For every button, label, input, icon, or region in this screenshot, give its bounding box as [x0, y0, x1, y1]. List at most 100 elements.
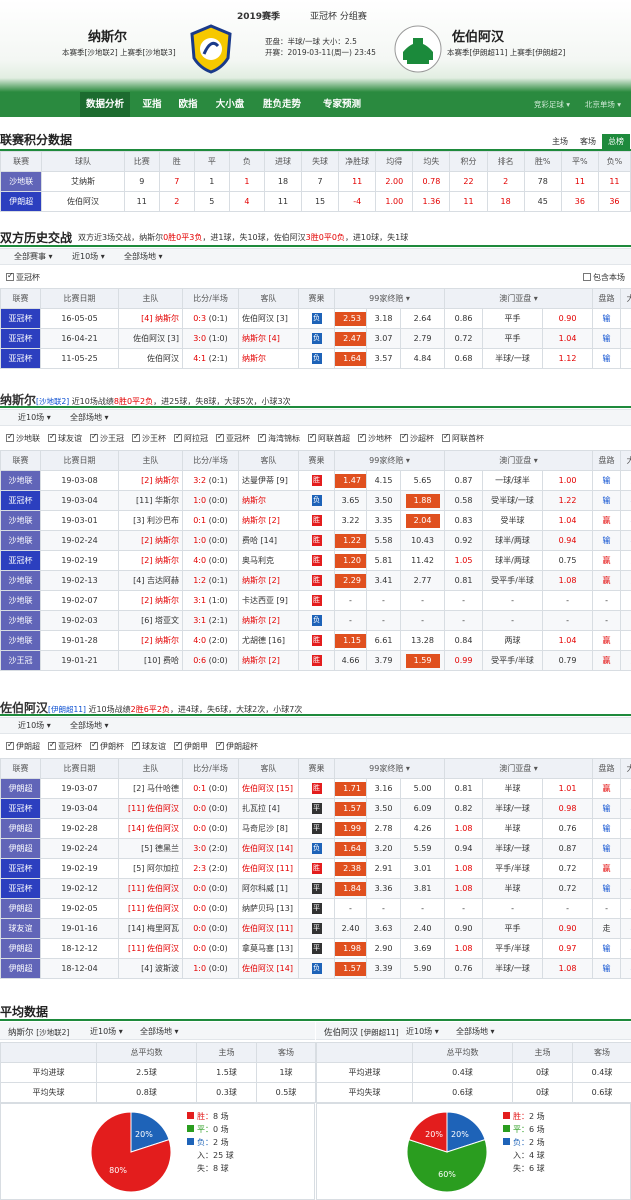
filter-checkbox[interactable]: 沙地杯 [358, 432, 392, 444]
away-team[interactable]: 纳斯尔 [2] [238, 650, 299, 671]
away-team[interactable]: 佐伯阿汉 [14] [238, 958, 299, 979]
league-badge[interactable]: 伊朗超 [0, 778, 41, 799]
home-team[interactable]: [3] 利沙巴布 [118, 510, 183, 531]
filter-checkbox[interactable]: 亚冠杯 [216, 432, 250, 444]
away-team[interactable]: 达曼伊蒂 [9] [238, 470, 299, 491]
home-team[interactable]: [6] 塔亚文 [118, 610, 183, 631]
home-team[interactable]: [4] 波斯波 [118, 958, 183, 979]
away-team[interactable]: 费哈 [14] [238, 530, 299, 551]
avg-right-filter-count[interactable]: 近10场 ▾ [406, 1026, 439, 1037]
away-team[interactable]: 拿莫马塞 [13] [238, 938, 299, 959]
league-badge[interactable]: 沙地联 [0, 470, 41, 491]
filter-checkbox[interactable]: 伊朗杯 [90, 740, 124, 752]
tab-home[interactable]: 主场 [546, 134, 574, 149]
filter-checkbox[interactable]: 球友谊 [48, 432, 82, 444]
filter-checkbox[interactable]: 亚冠杯 [48, 740, 82, 752]
column-header[interactable]: 99家终赔 ▾ [333, 288, 446, 309]
home-team[interactable]: [11] 佐伯阿汉 [118, 898, 183, 919]
away-team-logo[interactable] [393, 24, 443, 74]
league-badge[interactable]: 伊朗超 [0, 958, 41, 979]
away-team[interactable]: 纳斯尔 [238, 348, 299, 369]
away-team[interactable]: 奥马利克 [238, 550, 299, 571]
column-header[interactable]: 99家终赔 ▾ [333, 450, 446, 471]
home-team[interactable]: [10] 费哈 [118, 650, 183, 671]
away-team[interactable]: 佐伯阿汉 [15] [238, 778, 299, 799]
nav-beijing[interactable]: 北京单场 ▾ [580, 92, 626, 117]
home-team[interactable]: 佐伯阿汉 [118, 348, 183, 369]
nav-euro-index[interactable]: 欧指 [172, 92, 204, 117]
filter-checkbox[interactable]: 阿联酋杯 [442, 432, 484, 444]
league-badge[interactable]: 伊朗超 [0, 191, 43, 212]
nav-jingcai[interactable]: 竞彩足球 ▾ [530, 92, 574, 117]
away-team[interactable]: 佐伯阿汉 [11] [238, 918, 299, 939]
league-badge[interactable]: 亚冠杯 [0, 550, 41, 571]
nav-data-analysis[interactable]: 数据分析 [80, 92, 130, 117]
home-team[interactable]: [5] 德黑兰 [118, 838, 183, 859]
column-header[interactable]: 澳门亚盘 ▾ [444, 450, 594, 471]
nav-trend[interactable]: 胜负走势 [256, 92, 308, 117]
away-team[interactable]: 纳斯尔 [2] [238, 610, 299, 631]
filter-checkbox[interactable]: 沙地联 [6, 432, 40, 444]
column-header[interactable]: 澳门亚盘 ▾ [444, 288, 594, 309]
league-badge[interactable]: 亚冠杯 [0, 348, 41, 369]
recent2-filter-venue[interactable]: 全部场地 ▾ [70, 720, 109, 731]
away-team[interactable]: 纳斯尔 [2] [238, 510, 299, 531]
tab-total[interactable]: 总榜 [602, 134, 630, 149]
league-badge[interactable]: 伊朗超 [0, 938, 41, 959]
filter-checkbox[interactable]: 阿拉冠 [174, 432, 208, 444]
away-team-name[interactable]: 佐伯阿汉 [452, 26, 504, 45]
team-link[interactable]: 艾纳斯 [41, 171, 125, 192]
h2h-filter-count[interactable]: 近10场 ▾ [72, 251, 105, 262]
league-badge[interactable]: 伊朗超 [0, 898, 41, 919]
away-team[interactable]: 佐伯阿汉 [14] [238, 838, 299, 859]
team-link[interactable]: 佐伯阿汉 [41, 191, 125, 212]
home-team[interactable]: [14] 佐伯阿汉 [118, 818, 183, 839]
nav-asia-index[interactable]: 亚指 [136, 92, 168, 117]
home-team[interactable]: [2] 纳斯尔 [118, 590, 183, 611]
h2h-check-include[interactable]: 包含本场 [583, 272, 625, 283]
away-team[interactable]: 阿尔科威 [1] [238, 878, 299, 899]
league-badge[interactable]: 沙王冠 [0, 650, 41, 671]
away-team[interactable]: 佐伯阿汉 [11] [238, 858, 299, 879]
away-team[interactable]: 佐伯阿汉 [3] [238, 308, 299, 329]
away-team[interactable]: 扎瓦拉 [4] [238, 798, 299, 819]
away-team[interactable]: 卡达西亚 [9] [238, 590, 299, 611]
away-team[interactable]: 纳萨贝玛 [13] [238, 898, 299, 919]
away-team[interactable]: 纳斯尔 [238, 490, 299, 511]
league-badge[interactable]: 伊朗超 [0, 838, 41, 859]
home-team[interactable]: [4] 纳斯尔 [118, 308, 183, 329]
home-team[interactable]: [2] 纳斯尔 [118, 530, 183, 551]
league-badge[interactable]: 沙地联 [0, 530, 41, 551]
h2h-filter-event[interactable]: 全部赛事 ▾ [14, 251, 53, 262]
avg-left-filter-venue[interactable]: 全部场地 ▾ [140, 1026, 179, 1037]
filter-checkbox[interactable]: 沙王杯 [132, 432, 166, 444]
league-badge[interactable]: 沙地联 [0, 171, 43, 192]
filter-checkbox[interactable]: 阿联酋超 [308, 432, 350, 444]
avg-right-filter-venue[interactable]: 全部场地 ▾ [456, 1026, 495, 1037]
tab-away[interactable]: 客场 [574, 134, 602, 149]
league-badge[interactable]: 伊朗超 [0, 818, 41, 839]
league-badge[interactable]: 球友谊 [0, 918, 41, 939]
away-team[interactable]: 纳斯尔 [2] [238, 570, 299, 591]
home-team[interactable]: [11] 佐伯阿汉 [118, 938, 183, 959]
filter-checkbox[interactable]: 沙超杯 [400, 432, 434, 444]
nav-over-under[interactable]: 大小盘 [210, 92, 250, 117]
away-team[interactable]: 尤胡德 [16] [238, 630, 299, 651]
league-badge[interactable]: 亚冠杯 [0, 878, 41, 899]
home-team[interactable]: [2] 纳斯尔 [118, 630, 183, 651]
avg-left-filter-count[interactable]: 近10场 ▾ [90, 1026, 123, 1037]
league-badge[interactable]: 亚冠杯 [0, 858, 41, 879]
league-badge[interactable]: 沙地联 [0, 590, 41, 611]
filter-checkbox[interactable]: 伊朗超杯 [216, 740, 258, 752]
league-badge[interactable]: 沙地联 [0, 610, 41, 631]
recent1-filter-venue[interactable]: 全部场地 ▾ [70, 412, 109, 423]
column-header[interactable]: 99家终赔 ▾ [333, 758, 446, 779]
filter-checkbox[interactable]: 伊朗甲 [174, 740, 208, 752]
filter-checkbox[interactable]: 沙王冠 [90, 432, 124, 444]
away-team[interactable]: 马奇尼沙 [8] [238, 818, 299, 839]
league-badge[interactable]: 沙地联 [0, 570, 41, 591]
home-team[interactable]: [11] 佐伯阿汉 [118, 798, 183, 819]
home-team-name[interactable]: 纳斯尔 [88, 26, 127, 45]
column-header[interactable]: 澳门亚盘 ▾ [444, 758, 594, 779]
league-badge[interactable]: 沙地联 [0, 510, 41, 531]
